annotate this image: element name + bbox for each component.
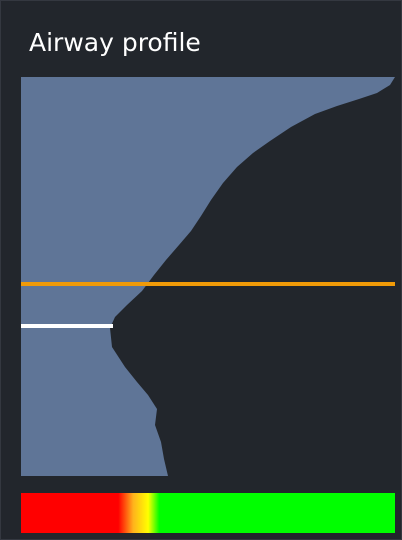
airway-profile-viewport[interactable] bbox=[21, 75, 395, 477]
airway-color-scale-bar bbox=[21, 493, 395, 533]
airway-profile-panel: Airway profile bbox=[0, 0, 402, 540]
airway-profile-visualization bbox=[21, 75, 395, 477]
panel-title: Airway profile bbox=[29, 28, 201, 57]
